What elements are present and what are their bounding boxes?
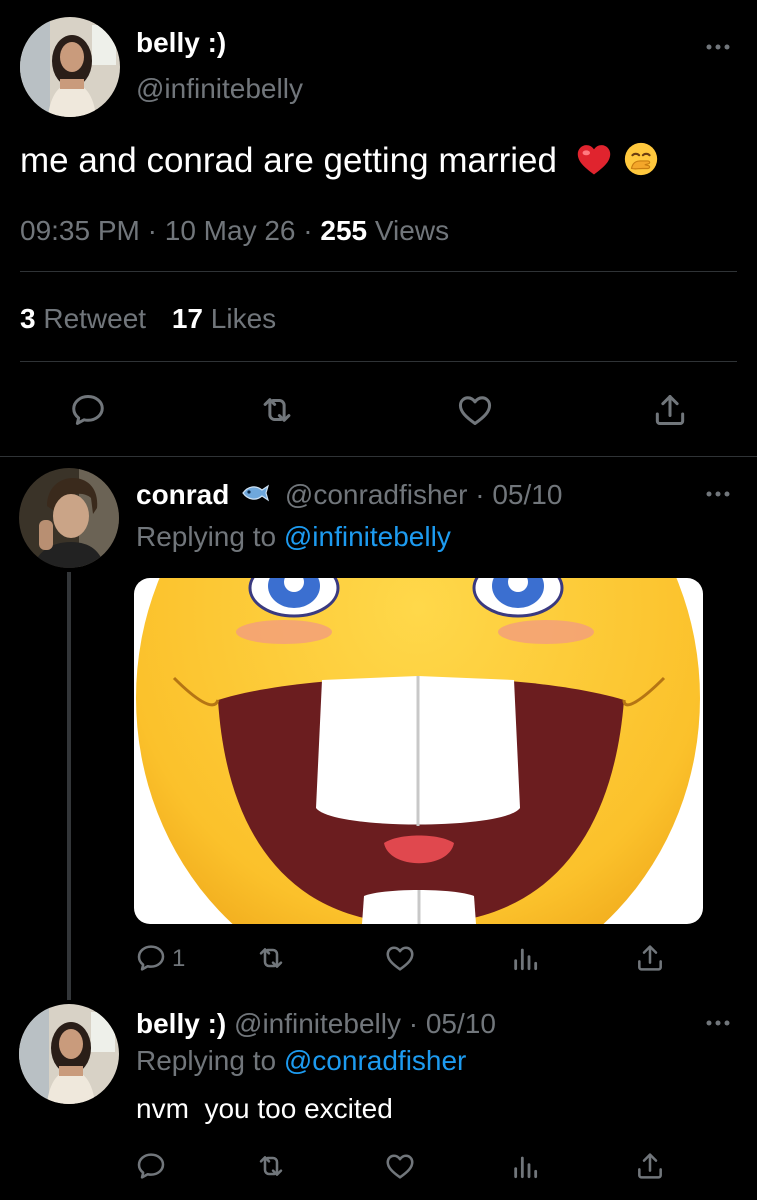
thread-line [67,572,71,1000]
reply-header: belly :) @infinitebelly · 05/10 [136,1008,496,1040]
like-icon[interactable] [384,942,416,974]
retweet-stat[interactable]: 3 Retweet [20,303,154,334]
reply-date: · 05/10 [475,479,563,510]
views-label: Views [374,215,450,246]
avatar[interactable] [19,468,119,568]
author-handle[interactable]: @infinitebelly [234,1008,401,1039]
engagement-stats: 3 Retweet 17 Likes [20,303,276,335]
retweet-icon[interactable] [258,391,296,429]
retweet-icon[interactable] [255,1150,287,1182]
more-options-icon[interactable] [705,1019,731,1027]
share-icon[interactable] [634,942,666,974]
divider [0,456,757,457]
author-name[interactable]: belly :) [136,27,226,59]
tweet-meta: 09:35 PM · 10 May 26 · 255 Views [20,215,449,247]
face-with-hand-over-mouth-icon [625,142,658,176]
divider [20,361,737,362]
reply-count: 1 [172,945,186,972]
author-name[interactable]: belly :) [136,1008,226,1039]
reply-icon[interactable] [135,942,167,974]
reply-icon[interactable] [135,1150,167,1182]
divider [20,271,737,272]
reply-date: · 05/10 [408,1008,496,1039]
meta-separator: · [147,215,165,246]
like-icon[interactable] [384,1150,416,1182]
likes-count: 17 [171,303,204,334]
tweet-date: 10 May 26 [164,215,296,246]
reply-text: nvm you too excited [136,1093,393,1124]
tweet-text-content: me and conrad are getting married [20,141,557,180]
likes-label: Likes [210,303,277,334]
replying-to: Replying to @infinitebelly [136,521,451,553]
red-heart-icon [577,145,610,175]
reply-header: conrad @conradfisher · 05/10 [136,479,562,511]
author-handle[interactable]: @conradfisher [285,479,468,510]
reply-icon[interactable] [69,391,107,429]
avatar[interactable] [20,17,120,117]
replying-prefix: Replying to [136,521,277,552]
share-icon[interactable] [651,391,689,429]
replying-to: Replying to @conradfisher [136,1045,466,1077]
replying-handle[interactable]: @conradfisher [284,1045,467,1076]
replying-handle[interactable]: @infinitebelly [284,521,451,552]
retweet-count: 3 [20,303,36,334]
likes-stat[interactable]: 17 Likes [172,303,276,334]
views-count: 255 [320,215,368,246]
like-icon[interactable] [456,391,494,429]
tweet-text: me and conrad are getting married [20,140,660,181]
meta-separator: · [303,215,321,246]
tweet-time: 09:35 PM [20,215,140,246]
author-handle[interactable]: @infinitebelly [136,73,303,105]
author-name[interactable]: conrad [136,479,229,510]
more-options-icon[interactable] [705,490,731,498]
fish-icon [242,484,270,502]
stats-icon[interactable] [509,1150,541,1182]
retweet-icon[interactable] [255,942,287,974]
retweet-label: Retweet [43,303,147,334]
laughing-emoji-media[interactable] [134,578,703,924]
avatar[interactable] [19,1004,119,1104]
stats-icon[interactable] [509,942,541,974]
more-options-icon[interactable] [705,43,731,51]
share-icon[interactable] [634,1150,666,1182]
replying-prefix: Replying to [136,1045,277,1076]
